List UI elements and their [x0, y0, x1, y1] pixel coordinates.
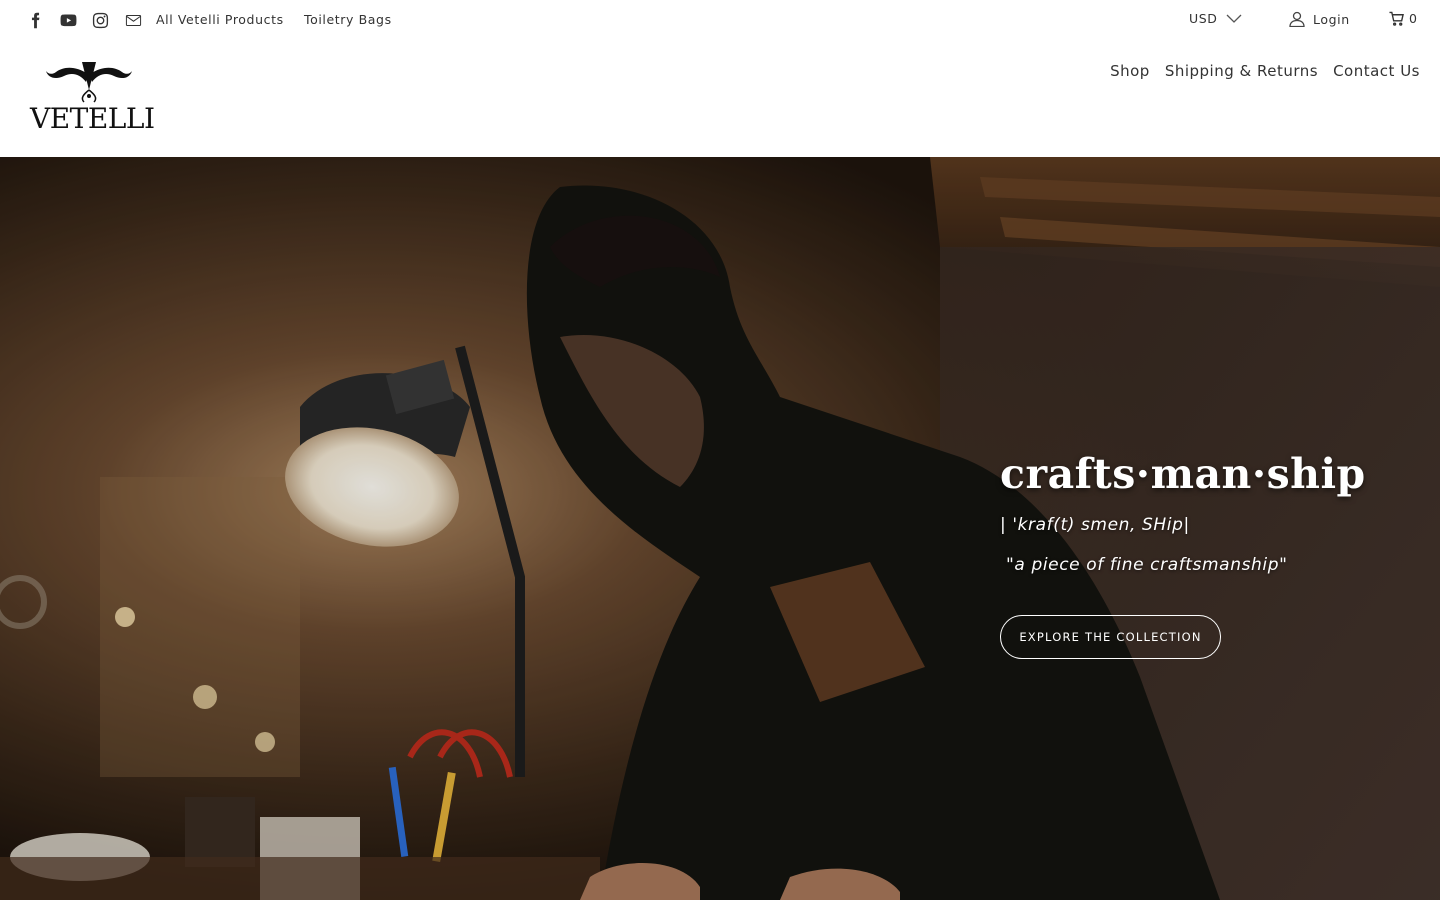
currency-selector[interactable]: USD: [1189, 11, 1242, 26]
cart-button[interactable]: 0: [1389, 11, 1417, 26]
vetelli-logo[interactable]: VETELLI: [30, 60, 155, 135]
top-link-toiletry-bags[interactable]: Toiletry Bags: [304, 12, 392, 27]
hero-copy: crafts·man·ship | 'kraf(t) smen, SHip| "…: [1000, 450, 1420, 659]
nav-shop[interactable]: Shop: [1110, 62, 1150, 80]
top-utility-bar: All Vetelli Products Toiletry Bags USD L…: [0, 0, 1440, 40]
youtube-icon[interactable]: [58, 10, 78, 30]
nav-shipping-returns[interactable]: Shipping & Returns: [1165, 62, 1318, 80]
chevron-down-icon: [1226, 14, 1241, 23]
user-icon: [1289, 11, 1305, 27]
facebook-icon[interactable]: [25, 10, 45, 30]
logo-emblem: [46, 62, 132, 103]
cart-count: 0: [1409, 11, 1417, 26]
explore-collection-button[interactable]: EXPLORE THE COLLECTION: [1000, 615, 1221, 659]
top-link-all-products[interactable]: All Vetelli Products: [156, 12, 284, 27]
hero-quote: "a piece of fine craftsmanship": [1006, 555, 1288, 575]
hero-title: crafts·man·ship: [1000, 450, 1366, 498]
mail-icon[interactable]: [123, 10, 143, 30]
nav-contact-us[interactable]: Contact Us: [1333, 62, 1420, 80]
login-label: Login: [1313, 11, 1350, 27]
hero-banner: crafts·man·ship | 'kraf(t) smen, SHip| "…: [0, 157, 1440, 900]
login-link[interactable]: Login: [1289, 11, 1350, 27]
main-nav: Shop Shipping & Returns Contact Us: [1110, 62, 1420, 80]
currency-label: USD: [1189, 11, 1218, 26]
hero-phonetic: | 'kraf(t) smen, SHip|: [1000, 515, 1190, 535]
instagram-icon[interactable]: [90, 10, 110, 30]
cart-icon: [1389, 11, 1404, 26]
logo-wordmark: VETELLI: [30, 102, 155, 135]
